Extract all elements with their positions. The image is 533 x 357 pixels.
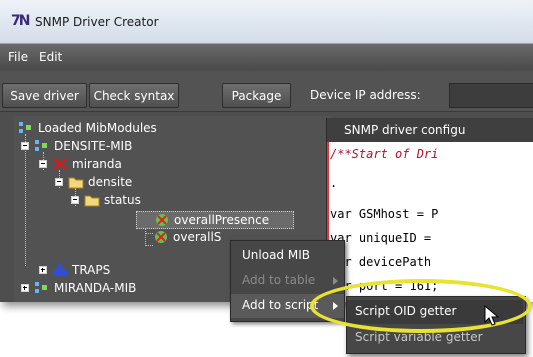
- miranda-node-icon: [53, 158, 67, 170]
- save-driver-button[interactable]: Save driver: [2, 83, 87, 108]
- unload-mib-item[interactable]: Unload MIB: [231, 244, 344, 268]
- editor-line: var GSMhost = P: [330, 207, 439, 221]
- add-to-table-label: Add to table: [242, 273, 316, 287]
- editor-tab[interactable]: SNMP driver configu: [327, 118, 533, 142]
- collapse-toggle-icon[interactable]: [55, 178, 63, 186]
- app-logo-icon: 7N: [11, 13, 31, 29]
- tree-node-overall-presence[interactable]: overallPresence: [136, 211, 294, 229]
- submenu-arrow-icon: [333, 302, 338, 310]
- oid-node-icon: [156, 214, 168, 226]
- editor-line: /**Start of Dri: [330, 147, 439, 161]
- editor-line: .: [330, 176, 338, 190]
- editor-line: var devicePath: [330, 255, 432, 269]
- expand-toggle-icon[interactable]: [39, 266, 47, 274]
- window-title: SNMP Driver Creator: [35, 15, 159, 29]
- tree-label: miranda: [72, 157, 122, 171]
- ip-address-input[interactable]: [449, 83, 533, 108]
- tree-label: densite: [88, 175, 133, 189]
- toolbar: Save driver Check syntax Package Device …: [0, 71, 533, 112]
- title-bar: 7N SNMP Driver Creator: [0, 0, 533, 44]
- script-editor[interactable]: SNMP driver configu /**Start of Dri . va…: [326, 118, 533, 302]
- add-to-script-label: Add to script: [242, 298, 319, 312]
- traps-icon: [53, 264, 67, 276]
- menu-edit[interactable]: Edit: [39, 50, 62, 64]
- mib-module-icon: [35, 140, 47, 151]
- expand-toggle-icon[interactable]: [21, 284, 29, 292]
- menu-file[interactable]: File: [8, 50, 28, 64]
- tree-label: TRAPS: [72, 263, 111, 277]
- add-to-script-item[interactable]: Add to script: [231, 294, 344, 318]
- tree-label: overallS: [173, 230, 222, 244]
- collapse-toggle-icon[interactable]: [71, 196, 79, 204]
- tree-root-label: Loaded MibModules: [38, 121, 157, 135]
- submenu-arrow-icon: [333, 277, 338, 285]
- menu-bar: File Edit: [0, 44, 533, 70]
- tree-label: overallPresence: [174, 213, 270, 227]
- context-menu: Unload MIB Add to table Add to script: [230, 240, 345, 322]
- editor-tab-title: SNMP driver configu: [344, 123, 466, 137]
- oid-node-icon: [155, 231, 167, 243]
- folder-icon: [68, 177, 84, 189]
- tree-label: MIRANDA-MIB: [54, 281, 137, 295]
- folder-open-icon: [84, 195, 100, 207]
- tree-label: status: [104, 193, 141, 207]
- editor-line: var port = 161;: [330, 279, 439, 293]
- collapse-toggle-icon[interactable]: [39, 160, 47, 168]
- script-variable-getter-item[interactable]: Script variable getter: [347, 326, 523, 350]
- collapse-toggle-icon[interactable]: [21, 142, 29, 150]
- mib-root-icon: [19, 122, 31, 133]
- editor-line: var uniqueID =: [330, 231, 432, 245]
- mouse-pointer-icon: [484, 305, 500, 326]
- tree-label: DENSITE-MIB: [54, 139, 133, 153]
- ip-address-label: Device IP address:: [310, 88, 421, 102]
- add-to-table-item: Add to table: [231, 269, 344, 293]
- package-button[interactable]: Package: [222, 83, 291, 108]
- check-syntax-button[interactable]: Check syntax: [89, 83, 179, 108]
- mib-module-icon: [35, 282, 47, 293]
